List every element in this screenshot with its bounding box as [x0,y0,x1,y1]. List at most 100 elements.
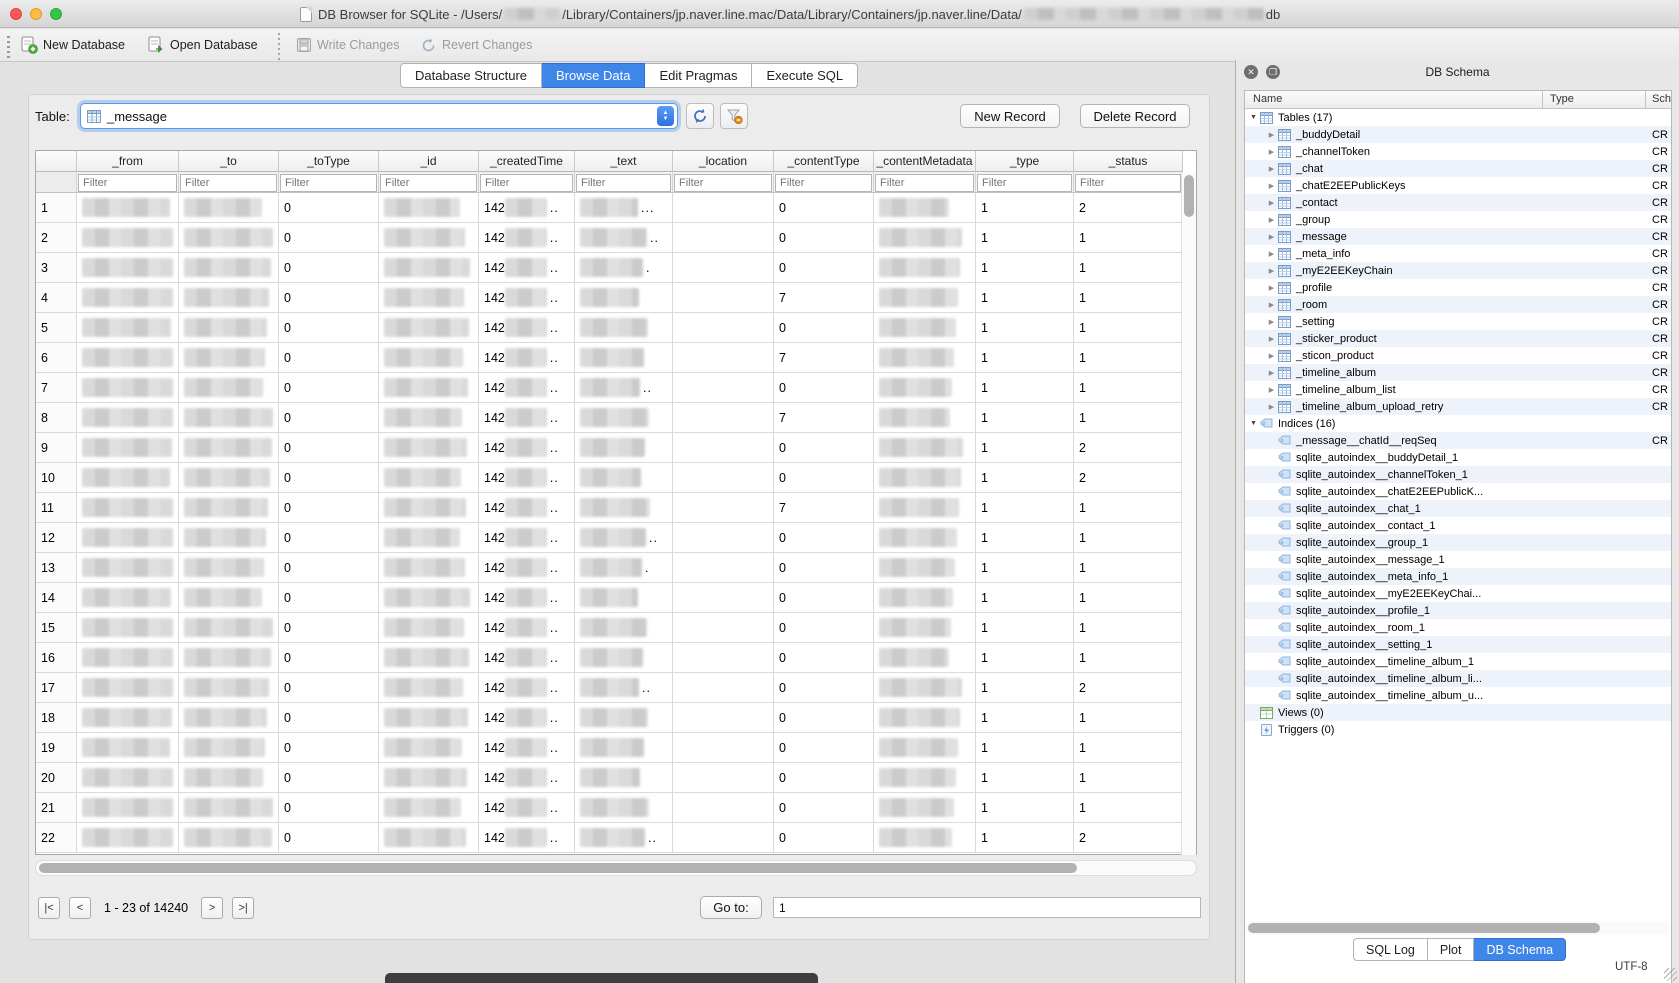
new-database-button[interactable]: New Database [21,33,125,57]
cell-_id[interactable] [379,463,479,493]
cell-_to[interactable] [179,703,279,733]
cell-_id[interactable] [379,253,479,283]
cell-_toType[interactable]: 0 [279,583,379,613]
column-name-header[interactable]: Name [1253,93,1282,105]
tree-item-index[interactable]: sqlite_autoindex__buddyDetail_1 [1245,449,1671,466]
column-header-_contentMetadata[interactable]: _contentMetadata [874,151,976,172]
close-panel-icon[interactable]: ✕ [1244,65,1258,79]
column-header-_type[interactable]: _type [976,151,1074,172]
disclosure-collapsed-icon[interactable]: ▶ [1266,165,1277,173]
cell-_contentMetadata[interactable] [874,553,976,583]
cell-_location[interactable] [673,523,774,553]
filter-input-_location[interactable] [674,174,772,192]
cell-_status[interactable]: 1 [1074,703,1183,733]
cell-rownum[interactable]: 16 [36,643,77,673]
tree-group-triggers[interactable]: Triggers (0) [1245,721,1671,738]
tree-item-index[interactable]: _message__chatId__reqSeqCR [1245,432,1671,449]
cell-_from[interactable] [77,583,179,613]
cell-_from[interactable] [77,463,179,493]
tab-edit-pragmas[interactable]: Edit Pragmas [645,63,752,88]
tree-item-index[interactable]: sqlite_autoindex__room_1 [1245,619,1671,636]
grid-horizontal-scrollbar-thumb[interactable] [39,863,1077,873]
cell-_text[interactable] [575,403,673,433]
cell-_location[interactable] [673,733,774,763]
cell-_from[interactable] [77,703,179,733]
cell-rownum[interactable]: 5 [36,313,77,343]
filter-input-_to[interactable] [180,174,277,192]
cell-_to[interactable] [179,403,279,433]
cell-_contentMetadata[interactable] [874,223,976,253]
cell-_text[interactable]: . [575,553,673,583]
cell-_contentMetadata[interactable] [874,403,976,433]
cell-_text[interactable] [575,283,673,313]
tree-horizontal-scrollbar[interactable] [1246,921,1670,935]
cell-_text[interactable]: .. [575,523,673,553]
cell-_contentMetadata[interactable] [874,253,976,283]
tree-item-table[interactable]: ▶_timeline_albumCR [1245,364,1671,381]
grid-vertical-scrollbar[interactable] [1181,173,1196,855]
tab-execute-sql[interactable]: Execute SQL [752,63,858,88]
cell-_from[interactable] [77,643,179,673]
cell-_from[interactable] [77,523,179,553]
cell-_text[interactable] [575,733,673,763]
column-header-_location[interactable]: _location [673,151,774,172]
filter-input-_contentType[interactable] [775,174,872,192]
cell-rownum[interactable]: 12 [36,523,77,553]
tree-item-index[interactable]: sqlite_autoindex__contact_1 [1245,517,1671,534]
cell-_createdTime[interactable]: 142.. [479,253,575,283]
cell-_contentType[interactable]: 0 [774,643,874,673]
cell-rownum[interactable]: 2 [36,223,77,253]
cell-_location[interactable] [673,493,774,523]
tree-item-table[interactable]: ▶_settingCR [1245,313,1671,330]
cell-_contentType[interactable]: 0 [774,793,874,823]
cell-_contentType[interactable]: 7 [774,343,874,373]
cell-_contentType[interactable]: 7 [774,283,874,313]
cell-_to[interactable] [179,223,279,253]
cell-_location[interactable] [673,433,774,463]
cell-_to[interactable] [179,553,279,583]
cell-_createdTime[interactable]: 142.. [479,373,575,403]
cell-_contentMetadata[interactable] [874,523,976,553]
cell-_id[interactable] [379,433,479,463]
cell-_contentType[interactable]: 0 [774,313,874,343]
cell-_createdTime[interactable]: 142.. [479,223,575,253]
dock-tab-plot[interactable]: Plot [1428,938,1475,961]
cell-_id[interactable] [379,583,479,613]
cell-rownum[interactable]: 7 [36,373,77,403]
cell-_createdTime[interactable]: 142.. [479,313,575,343]
cell-_toType[interactable]: 0 [279,223,379,253]
disclosure-collapsed-icon[interactable]: ▶ [1266,318,1277,326]
cell-_to[interactable] [179,283,279,313]
tree-item-table[interactable]: ▶_profileCR [1245,279,1671,296]
cell-_type[interactable]: 1 [976,523,1074,553]
cell-rownum[interactable]: 4 [36,283,77,313]
cell-_status[interactable]: 1 [1074,643,1183,673]
cell-_text[interactable]: .. [575,223,673,253]
cell-_id[interactable] [379,373,479,403]
last-page-button[interactable]: >| [232,897,254,919]
tree-item-table[interactable]: ▶_sticon_productCR [1245,347,1671,364]
filter-input-_type[interactable] [977,174,1072,192]
filter-input-_toType[interactable] [280,174,377,192]
cell-_createdTime[interactable]: 142.. [479,553,575,583]
cell-_contentMetadata[interactable] [874,823,976,853]
cell-_from[interactable] [77,793,179,823]
toolbar-drag-handle[interactable] [7,33,10,58]
cell-_toType[interactable]: 0 [279,403,379,433]
tree-item-index[interactable]: sqlite_autoindex__meta_info_1 [1245,568,1671,585]
cell-_status[interactable]: 1 [1074,583,1183,613]
tree-item-table[interactable]: ▶_sticker_productCR [1245,330,1671,347]
cell-_toType[interactable]: 0 [279,733,379,763]
cell-_toType[interactable]: 0 [279,463,379,493]
cell-_contentType[interactable]: 0 [774,193,874,223]
cell-_location[interactable] [673,703,774,733]
cell-_status[interactable]: 2 [1074,673,1183,703]
disclosure-collapsed-icon[interactable]: ▶ [1266,369,1277,377]
cell-_id[interactable] [379,763,479,793]
tree-item-index[interactable]: sqlite_autoindex__channelToken_1 [1245,466,1671,483]
tree-item-index[interactable]: sqlite_autoindex__setting_1 [1245,636,1671,653]
cell-_contentMetadata[interactable] [874,193,976,223]
grid-horizontal-scrollbar[interactable] [35,860,1197,876]
cell-_text[interactable]: . [575,253,673,283]
cell-_to[interactable] [179,613,279,643]
